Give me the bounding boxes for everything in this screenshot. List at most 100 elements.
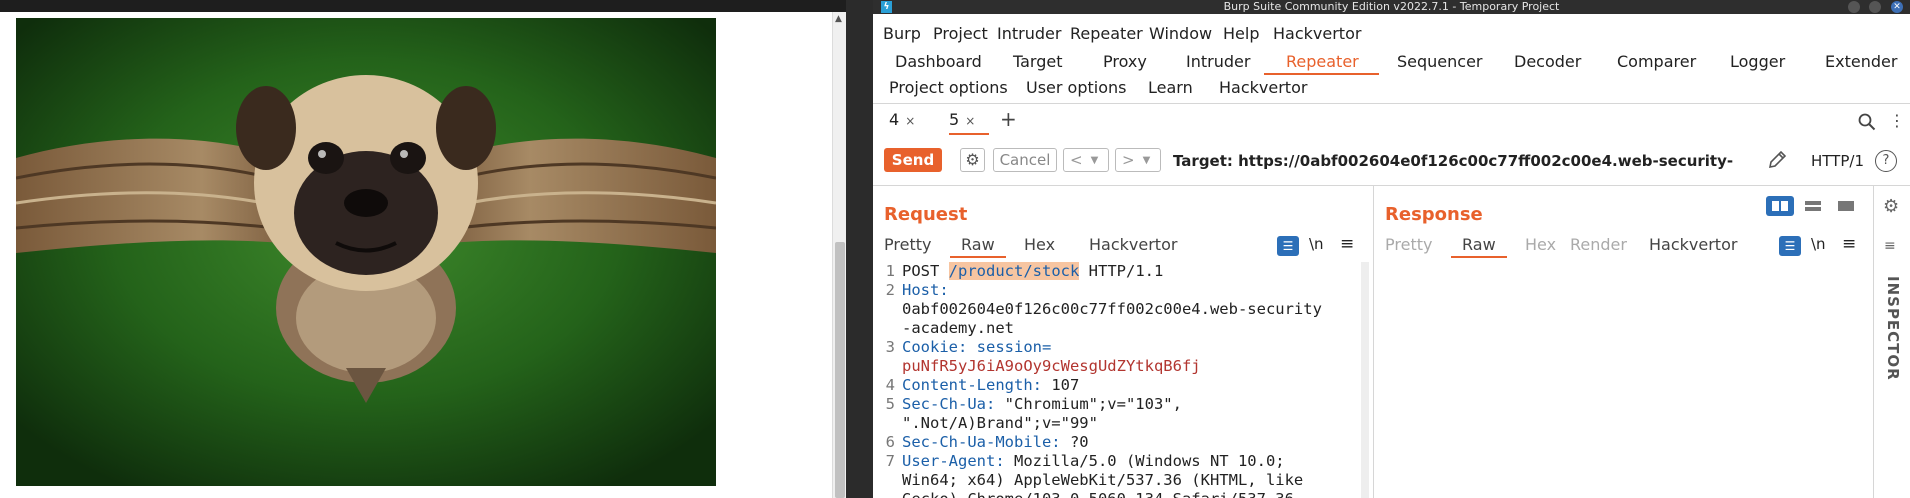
inspector-tab[interactable]: INSPECTOR	[1884, 276, 1902, 381]
header-name: Content-Length:	[902, 376, 1042, 394]
header-value: Mozilla/5.0 (Windows NT 10.0;	[1004, 452, 1285, 470]
minimize-button[interactable]	[1848, 1, 1860, 13]
add-tab-button[interactable]: +	[1000, 107, 1017, 131]
gear-icon[interactable]: ⚙	[960, 148, 985, 172]
header-value: 0abf002604e0f126c00c77ff002c00e4.web-sec…	[902, 300, 1322, 318]
target-url[interactable]: Target: https://0abf002604e0f126c00c77ff…	[1173, 152, 1733, 170]
active-subtab-underline	[949, 133, 989, 135]
inspector-strip: ⚙ ≡ INSPECTOR	[1873, 186, 1910, 498]
header-line: Sec-Ch-Ua-Mobile: ?0	[902, 433, 1089, 452]
tab-proxy[interactable]: Proxy	[1103, 52, 1147, 71]
back-button[interactable]: < ▼	[1063, 148, 1109, 172]
hamburger-menu-icon[interactable]: ≡	[1842, 234, 1856, 254]
repeater-tab-5[interactable]: 5 ×	[949, 110, 975, 129]
menu-window[interactable]: Window	[1149, 24, 1212, 43]
editor-scrollbar[interactable]	[1361, 262, 1369, 498]
http-method: POST	[902, 262, 949, 280]
menu-intruder[interactable]: Intruder	[997, 24, 1061, 43]
close-tab-icon[interactable]: ×	[905, 114, 915, 128]
tab-learn[interactable]: Learn	[1148, 78, 1193, 97]
tab-project-options[interactable]: Project options	[889, 78, 1008, 97]
main-tabs-row-2: Project options User options Learn Hackv…	[873, 75, 1910, 101]
repeater-tab-4[interactable]: 4 ×	[889, 110, 915, 129]
close-tab-icon[interactable]: ×	[965, 114, 975, 128]
gear-icon[interactable]: ⚙	[1883, 196, 1899, 217]
response-tab-render[interactable]: Render	[1570, 235, 1627, 254]
line-number: 6	[885, 433, 895, 451]
request-title: Request	[884, 204, 968, 225]
repeater-tab-strip: 4 × 5 × + ⋮	[873, 105, 1910, 135]
tab-repeater[interactable]: Repeater	[1286, 52, 1359, 71]
browser-scrollbar[interactable]: ▲	[832, 12, 846, 498]
menu-burp[interactable]: Burp	[883, 24, 921, 43]
request-tab-raw[interactable]: Raw	[961, 235, 995, 254]
tab-sequencer[interactable]: Sequencer	[1397, 52, 1483, 71]
response-tab-raw[interactable]: Raw	[1462, 235, 1496, 254]
header-line: Sec-Ch-Ua: "Chromium";v="103",	[902, 395, 1182, 414]
split-vertical-icon[interactable]	[1799, 196, 1827, 216]
tab-dashboard[interactable]: Dashboard	[895, 52, 982, 71]
forward-button[interactable]: > ▼	[1115, 148, 1161, 172]
scroll-up-arrow-icon[interactable]: ▲	[835, 14, 842, 24]
menu-repeater[interactable]: Repeater	[1070, 24, 1143, 43]
help-icon[interactable]: ?	[1875, 150, 1897, 172]
tab-hackvertor[interactable]: Hackvertor	[1219, 78, 1307, 97]
header-name: Sec-Ch-Ua:	[902, 395, 996, 413]
header-value: ".Not/A)Brand";v="99"	[902, 414, 1098, 432]
header-value: "Chromium";v="103",	[995, 395, 1182, 413]
show-newlines-toggle[interactable]: \n	[1811, 235, 1826, 253]
tab-logger[interactable]: Logger	[1730, 52, 1785, 71]
chevron-down-icon[interactable]: ▼	[1091, 155, 1099, 166]
request-path: /product/stock	[948, 262, 1080, 280]
cancel-button[interactable]: Cancel	[993, 148, 1057, 172]
header-value: ?0	[1060, 433, 1089, 451]
maximize-button[interactable]	[1869, 1, 1881, 13]
response-tab-pretty[interactable]: Pretty	[1385, 235, 1432, 254]
repeater-toolbar: Send ⚙ Cancel < ▼ > ▼ Target: https://0abf…	[873, 141, 1910, 177]
search-icon[interactable]	[1858, 113, 1876, 135]
request-tab-hackvertor[interactable]: Hackvertor	[1089, 235, 1177, 254]
request-tab-hex[interactable]: Hex	[1024, 235, 1055, 254]
menu-help[interactable]: Help	[1223, 24, 1259, 43]
response-tab-hackvertor[interactable]: Hackvertor	[1649, 235, 1737, 254]
request-editor[interactable]: 1 POST /product/stock HTTP/1.1 2 Host: 0…	[881, 262, 1351, 498]
lines-icon[interactable]: ≡	[1884, 238, 1896, 254]
active-view-underline	[950, 256, 1006, 258]
request-tab-pretty[interactable]: Pretty	[884, 235, 931, 254]
response-tab-hex[interactable]: Hex	[1525, 235, 1556, 254]
line-number: 5	[885, 395, 895, 413]
close-window-button[interactable]: ✕	[1891, 1, 1903, 13]
http-version-label[interactable]: HTTP/1	[1811, 152, 1864, 170]
show-newlines-toggle[interactable]: \n	[1309, 235, 1324, 253]
tab-user-options[interactable]: User options	[1026, 78, 1126, 97]
word-wrap-icon[interactable]: ☰	[1277, 236, 1299, 256]
word-wrap-icon[interactable]: ☰	[1779, 236, 1801, 256]
tab-decoder[interactable]: Decoder	[1514, 52, 1581, 71]
tab-extender[interactable]: Extender	[1825, 52, 1897, 71]
tabbed-layout-icon[interactable]	[1832, 196, 1860, 216]
browser-top-edge	[0, 0, 846, 12]
more-options-icon[interactable]: ⋮	[1889, 111, 1905, 130]
split-horizontal-icon[interactable]	[1766, 196, 1794, 216]
tab-target[interactable]: Target	[1013, 52, 1063, 71]
header-name: Sec-Ch-Ua-Mobile:	[902, 433, 1061, 451]
line-number: 4	[885, 376, 895, 394]
header-value: session=	[967, 338, 1052, 356]
scrollbar-thumb[interactable]	[835, 242, 845, 498]
header-line: Cookie: session=	[902, 338, 1051, 357]
repeater-tab-label: 4	[889, 110, 900, 129]
tab-comparer[interactable]: Comparer	[1617, 52, 1696, 71]
tab-intruder[interactable]: Intruder	[1186, 52, 1250, 71]
header-value: -academy.net	[902, 319, 1014, 337]
header-line: User-Agent: Mozilla/5.0 (Windows NT 10.0…	[902, 452, 1285, 471]
menu-project[interactable]: Project	[933, 24, 988, 43]
pane-divider[interactable]	[846, 0, 873, 498]
send-button[interactable]: Send	[884, 148, 942, 172]
menu-hackvertor[interactable]: Hackvertor	[1273, 24, 1361, 43]
hamburger-menu-icon[interactable]: ≡	[1340, 234, 1354, 254]
request-line: POST /product/stock HTTP/1.1	[902, 262, 1163, 281]
chevron-down-icon[interactable]: ▼	[1143, 155, 1151, 166]
layout-toggle-group	[1766, 196, 1864, 216]
pencil-icon[interactable]	[1766, 149, 1788, 175]
request-view-tabs: Pretty Raw Hex Hackvertor ☰ \n ≡	[873, 232, 1371, 258]
